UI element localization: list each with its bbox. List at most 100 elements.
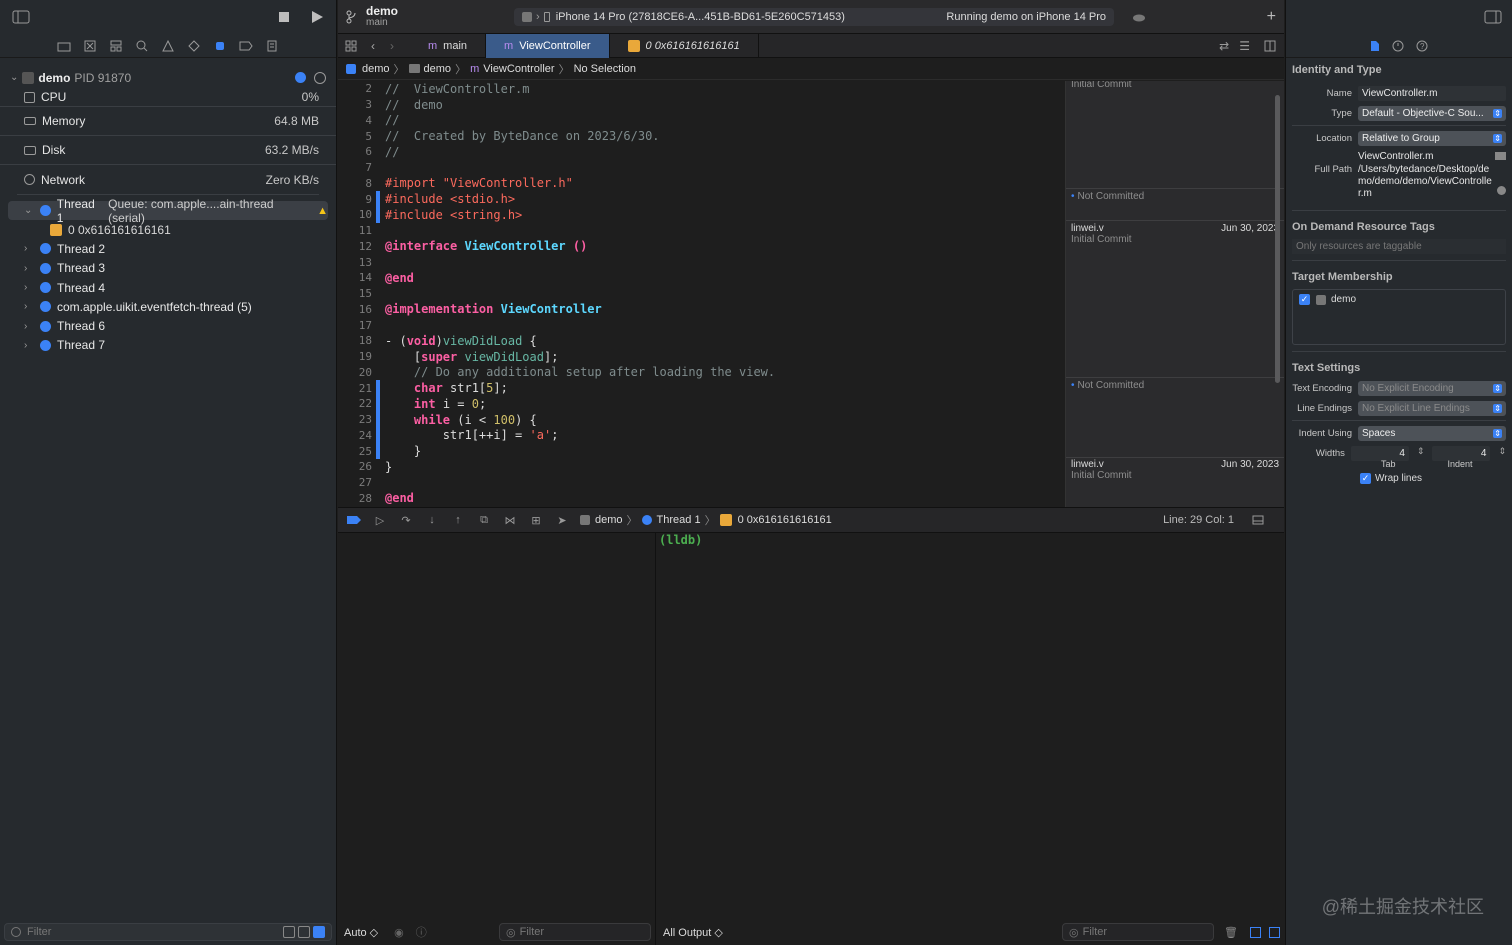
add-icon[interactable]: + <box>1267 8 1276 26</box>
process-options-icon[interactable] <box>314 71 326 84</box>
filter-option-icon[interactable] <box>313 926 325 938</box>
line-number[interactable]: 10 <box>338 208 376 221</box>
line-number[interactable]: 2 <box>338 82 376 95</box>
code-lines[interactable]: 2 // ViewController.m 3 // demo 4 // 5 // Creat… <box>338 81 1065 507</box>
code-line[interactable]: 18 - (void)viewDidLoad { <box>338 333 1065 349</box>
line-number[interactable]: 28 <box>338 492 376 505</box>
code-line[interactable]: 3 // demo <box>338 97 1065 113</box>
gauge-network[interactable]: Network Zero KB/s <box>0 165 336 194</box>
line-number[interactable]: 27 <box>338 476 376 489</box>
history-icon[interactable] <box>1392 40 1404 52</box>
thread-row-7[interactable]: › Thread 7 <box>0 336 336 355</box>
console-view[interactable]: (lldb) All Output ◇ ◎ Filter 🗑 <box>657 533 1284 945</box>
gauge-memory[interactable]: Memory 64.8 MB <box>0 107 336 136</box>
gauge-cpu[interactable]: CPU 0% <box>0 88 336 107</box>
code-line[interactable]: 4 // <box>338 113 1065 129</box>
memory-graph-icon[interactable]: ⋈ <box>502 514 518 527</box>
grid-icon[interactable] <box>338 40 364 52</box>
line-number[interactable]: 19 <box>338 350 376 363</box>
line-number[interactable]: 18 <box>338 334 376 347</box>
source-editor[interactable]: 2 // ViewController.m 3 // demo 4 // 5 // Creat… <box>338 81 1284 507</box>
debug-icon[interactable] <box>212 38 228 54</box>
breakpoints-toggle-icon[interactable] <box>346 515 362 525</box>
info-icon[interactable]: ⓘ <box>416 924 427 940</box>
blame-block[interactable]: Not Committed <box>1066 189 1284 221</box>
blame-block[interactable]: linwei.v Jun 30, 2023 Initial Commit <box>1066 457 1284 507</box>
help-icon[interactable]: ? <box>1416 40 1428 52</box>
chevron-right-icon[interactable]: › <box>24 263 34 274</box>
thread-row-2[interactable]: › Thread 2 <box>0 239 336 258</box>
step-out-icon[interactable]: ↑ <box>450 514 466 526</box>
code-line[interactable]: 16 @implementation ViewController <box>338 302 1065 318</box>
code-line[interactable]: 15 <box>338 286 1065 302</box>
chevron-down-icon[interactable]: ⌄ <box>10 72 18 83</box>
code-line[interactable]: 11 <box>338 223 1065 239</box>
left-panel-icon[interactable] <box>1250 926 1261 938</box>
variables-scope-select[interactable]: Auto ◇ <box>344 926 378 939</box>
chevron-down-icon[interactable]: ⌄ <box>24 205 34 216</box>
location-icon[interactable]: ➤ <box>554 514 570 527</box>
name-field[interactable]: ViewController.m <box>1358 85 1506 101</box>
blame-block[interactable]: Initial Commit <box>1066 81 1284 189</box>
split-editor-icon[interactable] <box>1264 40 1276 52</box>
line-number[interactable]: 25 <box>338 445 376 458</box>
indent-width-stepper[interactable]: ⇕ <box>1498 446 1506 461</box>
tab-width-field[interactable]: 4 <box>1350 445 1409 461</box>
scheme-selector[interactable]: › iPhone 14 Pro (27818CE6-A...451B-BD61-… <box>514 7 1115 26</box>
back-icon[interactable]: ‹ <box>364 39 382 53</box>
thread-row-6[interactable]: › Thread 6 <box>0 316 336 335</box>
code-line[interactable]: 5 // Created by ByteDance on 2023/6/30. <box>338 128 1065 144</box>
run-button[interactable] <box>310 10 324 24</box>
view-hierarchy-icon[interactable]: ⧉ <box>476 514 492 527</box>
code-line[interactable]: 26} <box>338 459 1065 475</box>
editor-scrollbar[interactable] <box>1275 95 1280 383</box>
reveal-icon[interactable] <box>1497 186 1506 195</box>
blame-block[interactable]: linwei.v Jun 30, 2023 Initial Commit <box>1066 221 1284 378</box>
chevron-right-icon[interactable]: › <box>24 301 34 312</box>
code-line[interactable]: 7 <box>338 160 1065 176</box>
code-line[interactable]: 22 int i = 0; <box>338 396 1065 412</box>
line-number[interactable]: 12 <box>338 240 376 253</box>
encoding-select[interactable]: No Explicit Encoding ⇕ <box>1358 380 1506 396</box>
symbol-icon[interactable] <box>108 38 124 54</box>
project-label[interactable]: demo main <box>366 5 398 29</box>
tab-main[interactable]: m main <box>402 33 487 58</box>
folder-icon[interactable] <box>56 38 72 54</box>
line-number[interactable]: 22 <box>338 397 376 410</box>
wrap-lines-row[interactable]: ✓ Wrap lines <box>1286 473 1512 484</box>
debug-crumb-process[interactable]: demo <box>595 514 623 526</box>
line-number[interactable]: 7 <box>338 161 376 174</box>
environment-icon[interactable]: ⊞ <box>528 514 544 527</box>
report-icon[interactable] <box>264 38 280 54</box>
target-row[interactable]: ✓ demo <box>1299 294 1499 305</box>
odr-tags-field[interactable]: Only resources are taggable <box>1292 239 1506 254</box>
issue-icon[interactable] <box>160 38 176 54</box>
test-icon[interactable] <box>186 38 202 54</box>
process-row[interactable]: ⌄ demo PID 91870 <box>0 67 336 88</box>
line-number[interactable]: 23 <box>338 413 376 426</box>
sidebar-toggle-icon[interactable] <box>12 10 30 24</box>
source-control-icon[interactable] <box>82 38 98 54</box>
jump-item-file[interactable]: ViewController <box>483 63 554 75</box>
line-number[interactable]: 3 <box>338 98 376 111</box>
line-endings-select[interactable]: No Explicit Line Endings ⇕ <box>1358 400 1506 416</box>
code-line[interactable]: 19 [super viewDidLoad]; <box>338 349 1065 365</box>
line-number[interactable]: 16 <box>338 303 376 316</box>
console-toggle-icon[interactable] <box>1250 515 1266 525</box>
code-line[interactable]: 13 <box>338 254 1065 270</box>
code-line[interactable]: 21 char str1[5]; <box>338 380 1065 396</box>
blame-block[interactable]: Not Committed <box>1066 378 1284 458</box>
step-into-icon[interactable]: ↓ <box>424 514 440 526</box>
code-line[interactable]: 10 #include <string.h> <box>338 207 1065 223</box>
line-number[interactable]: 13 <box>338 256 376 269</box>
jump-item-symbol[interactable]: No Selection <box>574 63 636 75</box>
breakpoint-icon[interactable] <box>238 38 254 54</box>
code-line[interactable]: 24 str1[++i] = 'a'; <box>338 427 1065 444</box>
jump-item-project[interactable]: demo <box>362 63 390 75</box>
line-number[interactable]: 21 <box>338 382 376 395</box>
type-select[interactable]: Default - Objective-C Sou... ⇕ <box>1358 105 1506 121</box>
chevron-right-icon[interactable]: › <box>24 340 34 351</box>
line-number[interactable]: 17 <box>338 319 376 332</box>
step-over-icon[interactable]: ↷ <box>398 514 414 527</box>
code-line[interactable]: 25 } <box>338 443 1065 459</box>
